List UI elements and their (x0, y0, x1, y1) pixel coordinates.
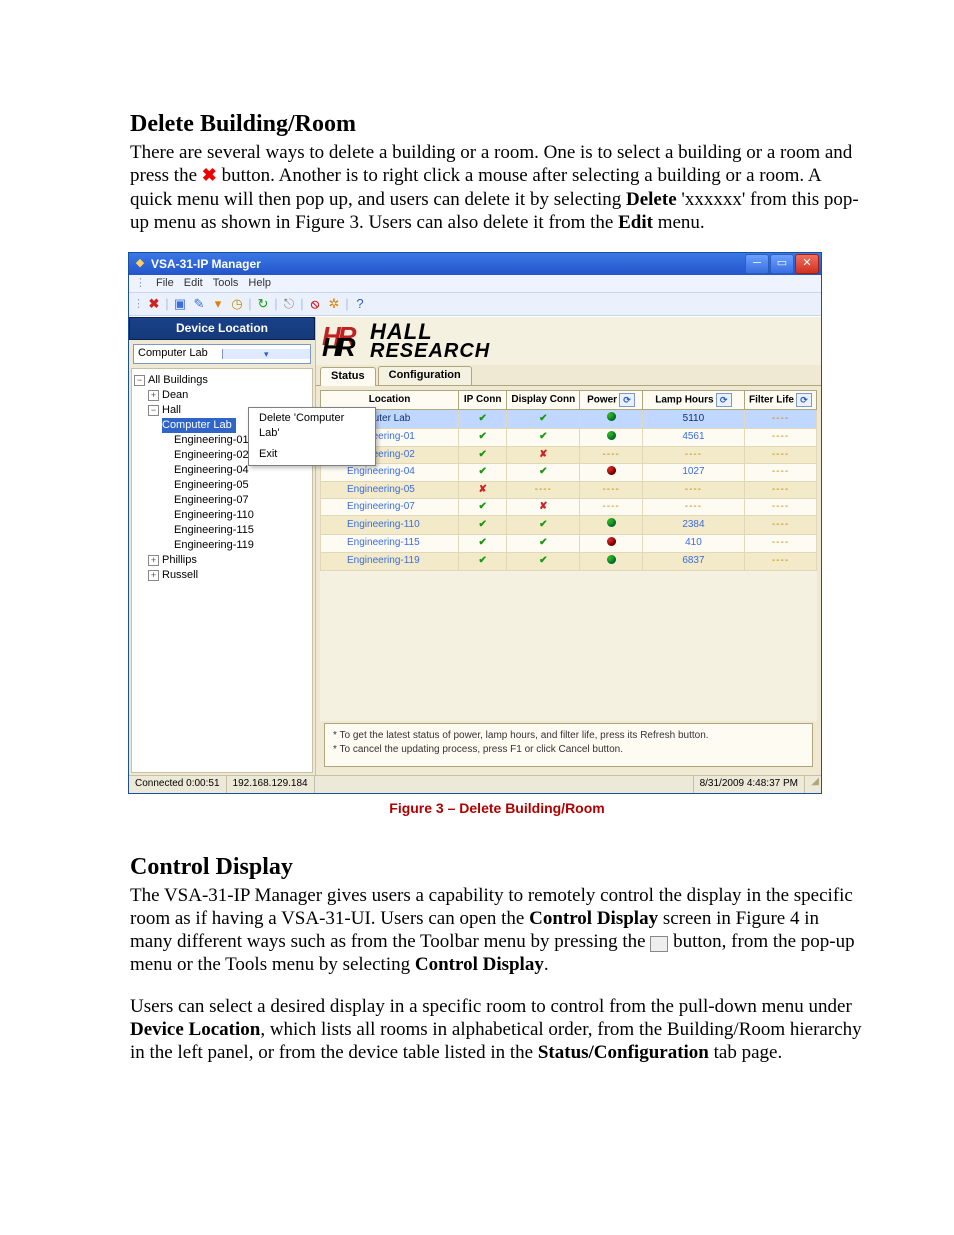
col-filter-life[interactable]: Filter Life⟳ (744, 391, 816, 410)
menu-file[interactable]: File (156, 277, 174, 290)
menu-tools[interactable]: Tools (213, 277, 239, 290)
para-delete: There are several ways to delete a build… (130, 141, 864, 234)
maximize-button[interactable]: ▭ (770, 254, 794, 274)
context-menu[interactable]: Delete 'Computer Lab' Exit (248, 407, 376, 466)
statusbar: Connected 0:00:51 192.168.129.184 8/31/2… (129, 775, 821, 792)
window-title: VSA-31-IP Manager (151, 257, 745, 272)
app-icon: ◆ (133, 257, 147, 271)
table-row[interactable]: Engineering-115✔✔410---- (321, 534, 817, 552)
tab-status[interactable]: Status (320, 367, 376, 386)
table-empty-area (320, 571, 817, 721)
toolbar: ⋮ ✖ | ▣ ✎ ▾ ◷ | ↻ | ⎋ | ⦸ ✲ | ? (129, 293, 821, 316)
table-row[interactable]: Engineering-02✔✘------------ (321, 446, 817, 463)
table-row[interactable]: Engineering-07✔✘------------ (321, 499, 817, 516)
status-time: 8/31/2009 4:48:37 PM (694, 776, 805, 792)
toolbar-filter-icon[interactable]: ▾ (209, 295, 227, 313)
table-row[interactable]: Computer Lab✔✔5110---- (321, 410, 817, 428)
toolbar-display-icon[interactable]: ▣ (171, 295, 189, 313)
tree-item[interactable]: Engineering-110 (134, 508, 310, 523)
toolbar-delete-icon[interactable]: ✖ (145, 295, 163, 313)
tree-item[interactable]: Engineering-115 (134, 523, 310, 538)
hint-line: * To get the latest status of power, lam… (333, 730, 804, 742)
table-row[interactable]: Engineering-110✔✔2384---- (321, 516, 817, 534)
table-row[interactable]: Engineering-01✔✔4561---- (321, 428, 817, 446)
toolbar-grip-icon: ⋮ (133, 298, 144, 311)
tree-item[interactable]: Engineering-119 (134, 538, 310, 553)
tab-strip: Status Configuration (316, 365, 821, 386)
left-panel: Device Location Computer Lab ▾ −All Buil… (129, 317, 316, 775)
toolbar-stop-icon[interactable]: ⦸ (306, 295, 324, 313)
status-table: Location IP Conn Display Conn Power⟳ Lam… (320, 390, 817, 571)
device-location-select[interactable]: Computer Lab ▾ (133, 344, 311, 364)
col-lamp-hours[interactable]: Lamp Hours⟳ (642, 391, 744, 410)
close-button[interactable]: ✕ (795, 254, 819, 274)
resize-grip-icon[interactable]: ◢ (805, 776, 821, 792)
tree-collapse-icon[interactable]: − (148, 405, 159, 416)
toolbar-clock-icon[interactable]: ◷ (228, 295, 246, 313)
para-control-display-1: The VSA-31-IP Manager gives users a capa… (130, 884, 864, 977)
status-connected: Connected 0:00:51 (129, 776, 227, 792)
toolbar-separator: | (344, 295, 350, 313)
toolbar-link-icon[interactable]: ⎋ (280, 295, 298, 313)
titlebar[interactable]: ◆ VSA-31-IP Manager ─ ▭ ✕ (129, 253, 821, 275)
context-menu-delete[interactable]: Delete 'Computer Lab' (249, 408, 375, 444)
tree-expand-icon[interactable]: + (148, 570, 159, 581)
building-tree[interactable]: −All Buildings +Dean −Hall Computer Lab … (131, 368, 313, 773)
menu-help[interactable]: Help (248, 277, 271, 290)
hint-panel: * To get the latest status of power, lam… (324, 723, 813, 767)
refresh-icon[interactable]: ⟳ (716, 393, 732, 407)
hint-line: * To cancel the updating process, press … (333, 744, 804, 756)
logo-text: HALL RESEARCH (370, 322, 490, 360)
tab-configuration[interactable]: Configuration (378, 366, 472, 385)
tree-expand-icon[interactable]: + (148, 555, 159, 566)
toolbar-separator: | (273, 295, 279, 313)
refresh-icon[interactable]: ⟳ (619, 393, 635, 407)
right-panel: HRHR HALL RESEARCH Status Configuration (316, 317, 821, 775)
tree-collapse-icon[interactable]: − (134, 375, 145, 386)
delete-x-icon: ✖ (202, 165, 217, 185)
toolbar-gear-icon[interactable]: ✲ (325, 295, 343, 313)
toolbar-separator: | (164, 295, 170, 313)
menubar: ⋮ File Edit Tools Help (129, 275, 821, 293)
tree-item[interactable]: Engineering-05 (134, 478, 310, 493)
toolbar-help-icon[interactable]: ? (351, 295, 369, 313)
toolbar-edit-icon[interactable]: ✎ (190, 295, 208, 313)
table-row[interactable]: Engineering-04✔✔1027---- (321, 463, 817, 481)
table-row[interactable]: Engineering-05✘---------------- (321, 482, 817, 499)
minimize-button[interactable]: ─ (745, 254, 769, 274)
col-display-conn[interactable]: Display Conn (507, 391, 580, 410)
para-control-display-2: Users can select a desired display in a … (130, 995, 864, 1065)
col-power[interactable]: Power⟳ (580, 391, 643, 410)
heading-control-display: Control Display (130, 853, 864, 882)
table-header-row: Location IP Conn Display Conn Power⟳ Lam… (321, 391, 817, 410)
chevron-down-icon[interactable]: ▾ (222, 349, 311, 360)
toolbar-separator: | (247, 295, 253, 313)
toolbar-separator: | (299, 295, 305, 313)
figure-caption: Figure 3 – Delete Building/Room (130, 800, 864, 817)
status-ip: 192.168.129.184 (227, 776, 315, 792)
menu-grip-icon: ⋮ (135, 277, 144, 290)
tree-expand-icon[interactable]: + (148, 390, 159, 401)
toolbar-refresh-icon[interactable]: ↻ (254, 295, 272, 313)
tree-item-selected[interactable]: Computer Lab (162, 418, 236, 433)
refresh-icon[interactable]: ⟳ (796, 393, 812, 407)
device-location-value: Computer Lab (134, 347, 222, 360)
tree-item[interactable]: Engineering-07 (134, 493, 310, 508)
table-row[interactable]: Engineering-119✔✔6837---- (321, 552, 817, 570)
hall-research-mark-icon: HRHR (322, 323, 366, 359)
context-menu-exit[interactable]: Exit (249, 444, 375, 465)
heading-delete: Delete Building/Room (130, 110, 864, 139)
device-location-header: Device Location (129, 317, 315, 340)
col-ip-conn[interactable]: IP Conn (459, 391, 507, 410)
logo-area: HRHR HALL RESEARCH (316, 317, 821, 365)
app-window: ◆ VSA-31-IP Manager ─ ▭ ✕ ⋮ File Edit To… (128, 252, 822, 794)
menu-edit[interactable]: Edit (184, 277, 203, 290)
control-display-toolbar-icon (650, 936, 668, 952)
